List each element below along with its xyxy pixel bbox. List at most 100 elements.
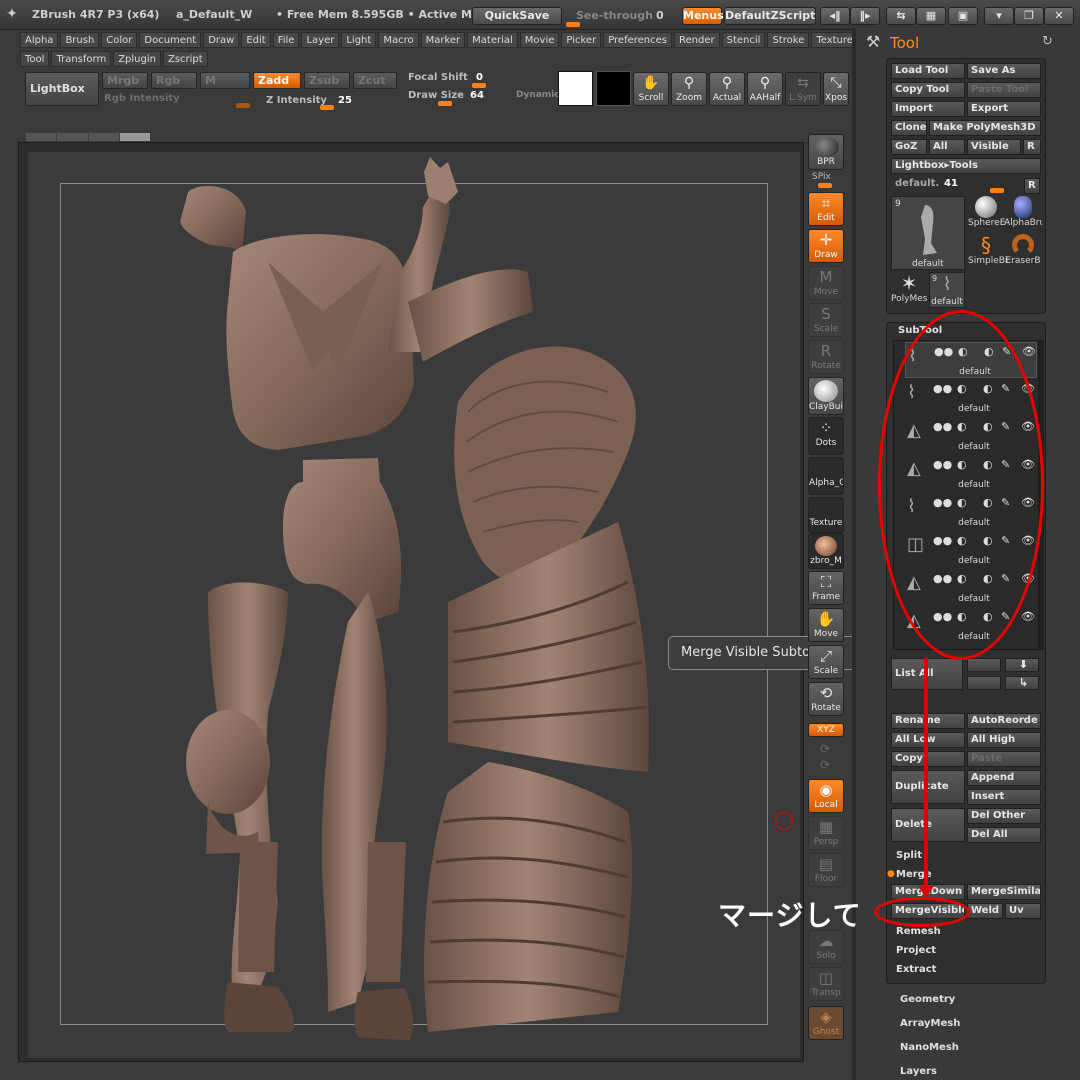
material-picker[interactable]: zbro_M bbox=[808, 533, 844, 569]
menu-item[interactable]: Macro bbox=[378, 32, 419, 48]
mrgb-button[interactable]: Mrgb bbox=[102, 72, 148, 89]
quicksave-button[interactable]: QuickSave bbox=[472, 7, 562, 25]
move-view-button[interactable]: ✋ Move bbox=[808, 608, 844, 642]
tool-r-button[interactable]: R bbox=[1024, 178, 1040, 194]
project-section[interactable]: Project bbox=[896, 945, 936, 956]
zoom-button[interactable]: ⚲ Zoom bbox=[671, 72, 707, 106]
load-tool-button[interactable]: Load Tool bbox=[891, 63, 965, 79]
frame-button[interactable]: ⛶ Frame bbox=[808, 571, 844, 605]
sculpt-model[interactable] bbox=[28, 152, 800, 1058]
insert-button[interactable]: Insert bbox=[967, 789, 1041, 805]
arrow-return-icon[interactable]: ↳ bbox=[1005, 676, 1039, 690]
scroll-button[interactable]: ✋ Scroll bbox=[633, 72, 669, 106]
right-shoe-part[interactable] bbox=[354, 988, 413, 1040]
eye-icon[interactable]: 👁 bbox=[1022, 345, 1036, 358]
goz-r-button[interactable]: R bbox=[1023, 139, 1041, 155]
rotate-axis-icon-2[interactable]: ⟳ bbox=[820, 758, 830, 772]
menu-item[interactable]: Zscript bbox=[162, 51, 208, 67]
copy-tool-button[interactable]: Copy Tool bbox=[891, 82, 965, 98]
export-button[interactable]: Export bbox=[967, 101, 1041, 117]
menu-item[interactable]: Layer bbox=[301, 32, 340, 48]
alpha-picker[interactable]: Alpha_C bbox=[808, 457, 844, 495]
menu-item[interactable]: File bbox=[272, 32, 300, 48]
menu-item[interactable]: Stroke bbox=[767, 32, 810, 48]
menu-item[interactable]: Material bbox=[467, 32, 518, 48]
remesh-section[interactable]: Remesh bbox=[896, 926, 941, 937]
thumb-simplebrush[interactable]: § SimpleBi bbox=[968, 234, 1007, 270]
move-button[interactable]: M Move bbox=[808, 266, 844, 300]
arrow-down-icon[interactable]: ⬇ bbox=[1005, 658, 1039, 672]
layout-grid-icon[interactable]: ▦ bbox=[916, 7, 946, 25]
zcut-button[interactable]: Zcut bbox=[353, 72, 397, 89]
all-high-button[interactable]: All High bbox=[967, 732, 1041, 748]
move-up-button[interactable] bbox=[967, 658, 1001, 672]
claybuildup-brush[interactable]: ClayBuil bbox=[808, 377, 844, 415]
menu-item[interactable]: Marker bbox=[420, 32, 466, 48]
doc-tab[interactable] bbox=[119, 133, 150, 141]
reset-icon[interactable]: ↻ bbox=[1042, 34, 1053, 49]
solo-button[interactable]: ☁ Solo bbox=[808, 930, 844, 964]
clone-button[interactable]: Clone bbox=[891, 120, 927, 136]
menu-item[interactable]: Picker bbox=[561, 32, 602, 48]
floor-button[interactable]: ▤ Floor bbox=[808, 853, 844, 887]
aahalf-button[interactable]: ⚲ AAHalf bbox=[747, 72, 783, 106]
m-button[interactable]: M bbox=[200, 72, 250, 89]
edit-button[interactable]: ⌗ Edit bbox=[808, 192, 844, 226]
arraymesh-section[interactable]: ArrayMesh bbox=[900, 1018, 960, 1029]
duplicate-button[interactable]: Duplicate bbox=[891, 770, 965, 804]
menu-item[interactable]: Texture bbox=[811, 32, 858, 48]
secondary-color-swatch[interactable] bbox=[596, 71, 631, 106]
menu-item[interactable]: Transform bbox=[51, 51, 112, 67]
split-section[interactable]: Split bbox=[896, 850, 922, 861]
menu-item[interactable]: Tool bbox=[20, 51, 50, 67]
rgb-intensity-slider[interactable] bbox=[236, 103, 250, 108]
tool-slider[interactable] bbox=[990, 188, 1004, 193]
dots-stroke[interactable]: ⁘ Dots bbox=[808, 417, 844, 455]
menu-item[interactable]: Render bbox=[674, 32, 720, 48]
xpose-button[interactable]: ⤡ Xpos bbox=[823, 72, 849, 106]
merge-similar-button[interactable]: MergeSimilar bbox=[967, 884, 1041, 900]
uv-toggle[interactable]: Uv bbox=[1005, 903, 1041, 919]
persp-button[interactable]: ▦ Persp bbox=[808, 816, 844, 850]
actual-button[interactable]: ⚲ Actual bbox=[709, 72, 745, 106]
z-intensity-slider[interactable] bbox=[320, 105, 334, 110]
thumb-eraserbrush[interactable]: EraserB bbox=[1004, 234, 1042, 270]
spix-slider[interactable] bbox=[818, 183, 832, 188]
goz-button[interactable]: GoZ bbox=[891, 139, 927, 155]
menu-item[interactable]: Document bbox=[139, 32, 202, 48]
local-button[interactable]: ◉ Local bbox=[808, 779, 844, 813]
zsub-button[interactable]: Zsub bbox=[304, 72, 350, 89]
menu-item[interactable]: Draw bbox=[203, 32, 240, 48]
scale-view-button[interactable]: ⤢ Scale bbox=[808, 645, 844, 679]
see-through-slider[interactable] bbox=[566, 22, 580, 27]
paste-tool-button[interactable]: Paste Tool bbox=[967, 82, 1041, 98]
nanomesh-section[interactable]: NanoMesh bbox=[900, 1042, 959, 1053]
doc-tab[interactable] bbox=[88, 133, 119, 141]
eye-icon[interactable]: 👁 bbox=[1021, 610, 1035, 623]
make-polymesh3d-button[interactable]: Make PolyMesh3D bbox=[929, 120, 1041, 136]
shorts-part[interactable] bbox=[282, 458, 402, 622]
main-color-swatch[interactable] bbox=[558, 71, 593, 106]
rotate-button[interactable]: R Rotate bbox=[808, 340, 844, 374]
rename-button[interactable]: Rename bbox=[891, 713, 965, 729]
xyz-button[interactable]: XYZ bbox=[808, 723, 844, 737]
scroll-right-icon[interactable]: ‖▸ bbox=[850, 7, 880, 25]
thumb-polymesh[interactable]: ✶ PolyMes bbox=[891, 272, 927, 308]
rotate-view-button[interactable]: ⟲ Rotate bbox=[808, 682, 844, 716]
paste-subtool-button[interactable]: Paste bbox=[967, 751, 1041, 767]
draw-size-slider[interactable] bbox=[438, 101, 452, 106]
tool-palette-title[interactable]: Tool bbox=[890, 34, 919, 52]
delete-button[interactable]: Delete bbox=[891, 808, 965, 842]
ghost-button[interactable]: ◈ Ghost bbox=[808, 1006, 844, 1040]
goz-visible-button[interactable]: Visible bbox=[967, 139, 1021, 155]
append-button[interactable]: Append bbox=[967, 770, 1041, 786]
menu-item[interactable]: Movie bbox=[519, 32, 560, 48]
weld-toggle[interactable]: Weld bbox=[967, 903, 1003, 919]
menus-button[interactable]: Menus bbox=[682, 7, 724, 25]
scale-button[interactable]: S Scale bbox=[808, 303, 844, 337]
doc-tab[interactable] bbox=[57, 133, 88, 141]
import-button[interactable]: Import bbox=[891, 101, 965, 117]
rotate-axis-icon[interactable]: ⟳ bbox=[820, 742, 830, 756]
lightbox-tools-button[interactable]: Lightbox▸Tools bbox=[891, 158, 1041, 174]
layers-section[interactable]: Layers bbox=[900, 1066, 937, 1077]
